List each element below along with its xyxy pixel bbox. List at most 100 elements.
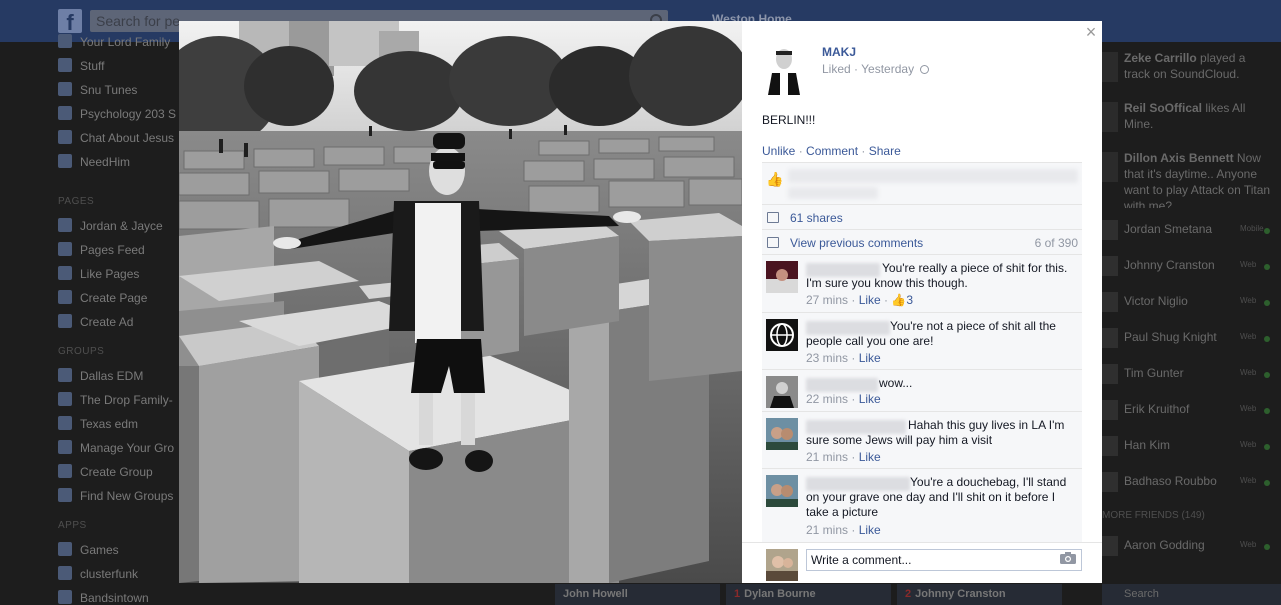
chat-contact[interactable]: Tim Gunter Web [1102,364,1281,384]
find-groups-icon [58,488,72,502]
left-nav-item[interactable]: Psychology 203 S [58,106,176,122]
comment-meta: 22 mins · Like [806,392,881,406]
comment: You're not a piece of shit all the peopl… [762,312,1082,369]
comment-meta: 21 mins · Like [806,523,881,537]
notification-badge: 2 [905,588,912,600]
notification-badge: 1 [734,588,741,600]
post-actions: Unlike · Comment · Share [762,144,901,158]
avatar [1102,152,1118,182]
online-status-dot [1264,408,1270,414]
more-friends-header: MORE FRIENDS (149) [1102,510,1205,521]
left-nav-item[interactable]: Manage Your Gro [58,440,174,456]
left-nav-item[interactable]: NeedHim [58,154,130,170]
left-nav-item[interactable]: Games [58,542,119,558]
comment-like-link[interactable]: Like [859,351,881,365]
graduation-icon [58,106,72,120]
photo[interactable] [179,21,742,583]
current-user-avatar-image [766,549,798,581]
ticker-item[interactable]: Dillon Axis Bennett Now that it's daytim… [1102,150,1281,208]
left-nav-item[interactable]: Stuff [58,58,104,74]
left-nav-item[interactable]: Find New Groups [58,488,173,504]
shares-link[interactable]: 61 shares [790,211,843,225]
chat-contact[interactable]: Han Kim Web [1102,436,1281,456]
avatar [1102,400,1118,420]
unlike-link[interactable]: Unlike [762,144,795,158]
chat-contact[interactable]: Johnny Cranston Web [1102,256,1281,276]
chat-tab[interactable]: 2 Johnny Cranston [897,584,1062,605]
left-nav-item[interactable]: The Drop Family- [58,392,173,408]
apps-section-header: APPS [58,520,87,531]
chat-search-input[interactable]: Search [1102,584,1281,605]
author-avatar-image [762,43,806,95]
comment: Hahah this guy lives in LA I'm sure some… [762,411,1082,468]
camera-icon[interactable] [1060,552,1076,564]
comment-text: You're a douchebag, I'll stand on your g… [806,475,1067,519]
commenter-avatar[interactable] [766,418,798,450]
comment-like-link[interactable]: Like [859,293,881,307]
chat-contact[interactable]: Badhaso Roubbo Web [1102,472,1281,492]
avatar [1102,256,1118,276]
online-status-dot [1264,264,1270,270]
chat-contact[interactable]: Jordan Smetana Mobile [1102,220,1281,240]
commenter-avatar[interactable] [766,376,798,408]
online-status-dot [1264,300,1270,306]
globe-icon [920,65,930,74]
comment-like-count[interactable]: 3 [906,293,913,307]
chat-tab[interactable]: 1 Dylan Bourne [726,584,891,605]
comment-meta: 21 mins · Like [806,450,881,464]
commenter-avatar[interactable] [766,475,798,507]
comment: wow... 22 mins · Like [762,369,1082,411]
comment-meta: 27 mins · Like · 👍3 [806,293,914,307]
globe-avatar-image [766,319,798,351]
view-previous-comments-link[interactable]: View previous comments [790,236,923,250]
photo-sidebar: MAKJ Liked · Yesterday BERLIN!!! Unlike … [742,21,1102,583]
left-nav-item[interactable]: Create Ad [58,314,133,330]
chat-contact[interactable]: Victor Niglio Web [1102,292,1281,312]
left-nav-item[interactable]: Dallas EDM [58,368,143,384]
online-status-dot [1264,372,1270,378]
chat-contact[interactable]: Paul Shug Knight Web [1102,328,1281,348]
left-nav-item[interactable]: Chat About Jesus [58,130,174,146]
left-nav-item[interactable]: Your Lord Family [58,34,170,50]
avatar [1102,292,1118,312]
comment-like-link[interactable]: Like [859,523,881,537]
group-icon [58,368,72,382]
post-meta: Liked · Yesterday [822,62,930,76]
blurred-likers [788,187,878,199]
author-avatar[interactable] [762,43,806,95]
avatar [1102,364,1118,384]
circle-icon [58,154,72,168]
author-name[interactable]: MAKJ [822,45,856,59]
left-nav-item[interactable]: Bandsintown [58,590,149,605]
like-pages-icon [58,266,72,280]
avatar [1102,220,1118,240]
chat-contact[interactable]: Aaron Godding Web [1102,536,1281,556]
left-nav-item[interactable]: Create Page [58,290,147,306]
group-icon [58,130,72,144]
chat-contact[interactable]: Erik Kruithof Web [1102,400,1281,420]
chat-tab[interactable]: John Howell [555,584,720,605]
facebook-logo[interactable]: f [58,9,82,35]
pages-section-header: PAGES [58,196,95,207]
comment-link[interactable]: Comment [806,144,858,158]
left-nav-item[interactable]: Like Pages [58,266,139,282]
shares-row[interactable]: 61 shares [762,204,1082,229]
comment-bubble-icon [767,237,779,248]
left-nav-item[interactable]: Jordan & Jayce [58,218,163,234]
left-nav-item[interactable]: clusterfunk [58,566,138,582]
previous-comments-row[interactable]: View previous comments 6 of 390 [762,229,1082,254]
likes-row: 👍 [762,162,1082,204]
comment-like-link[interactable]: Like [859,392,881,406]
commenter-avatar-image [766,475,798,507]
commenter-avatar[interactable] [766,261,798,293]
share-link[interactable]: Share [869,144,901,158]
groups-section-header: GROUPS [58,346,105,357]
left-nav-item[interactable]: Snu Tunes [58,82,137,98]
left-nav-item[interactable]: Pages Feed [58,242,145,258]
commenter-avatar[interactable] [766,319,798,351]
left-nav-item[interactable]: Create Group [58,464,153,480]
comment-input[interactable]: Write a comment... [806,549,1082,571]
comment-like-link[interactable]: Like [859,450,881,464]
left-nav-item[interactable]: Texas edm [58,416,138,432]
online-status-dot [1264,480,1270,486]
